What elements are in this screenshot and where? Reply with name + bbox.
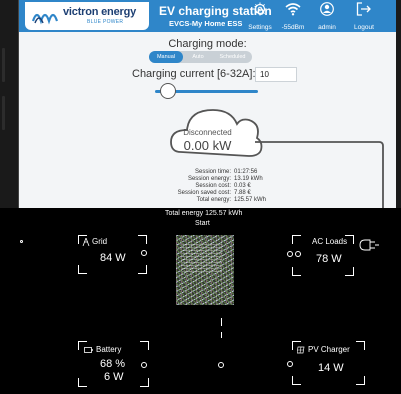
battery-box-corner: [140, 378, 149, 387]
stat-row: Session time: 01:27:56: [139, 169, 329, 176]
logo-text: victron energy: [63, 6, 137, 18]
stat-value: 0.03 €: [234, 183, 251, 189]
ac-loads-box-corner: [292, 267, 301, 276]
battery-box-corner: [78, 378, 87, 387]
battery-label: Battery: [96, 345, 122, 354]
stat-key: Session cost:: [195, 183, 231, 189]
ac-loads-connector-dot: [287, 251, 293, 257]
battery-power: 6 W: [104, 371, 124, 383]
user-button[interactable]: admin: [313, 2, 341, 32]
stat-key: Session time:: [194, 169, 231, 175]
settings-label: Settings: [248, 24, 272, 31]
page-subtitle: EVCS-My Home ESS: [169, 19, 243, 28]
pv-box-corner: [292, 376, 301, 385]
stat-row: Session saved cost: 7.88 €: [139, 190, 329, 197]
charging-current-input[interactable]: 10: [255, 67, 297, 82]
stat-key: Session energy:: [187, 176, 231, 182]
start-text: Start: [195, 220, 210, 227]
grid-label: Grid: [92, 237, 108, 246]
logout-icon: [356, 2, 371, 16]
charging-mode-selector: Manual Auto Scheduled: [149, 51, 252, 63]
pv-box-corner: [356, 376, 365, 385]
grid-value: 84 W: [100, 252, 126, 264]
mode-manual-button[interactable]: Manual: [149, 51, 183, 63]
grid-box-corner: [78, 265, 87, 274]
ev-charger-image-overlay: [182, 242, 222, 272]
solar-panel-icon: [297, 346, 305, 354]
battery-box-corner: [140, 341, 149, 350]
stat-row: Session cost: 0.03 €: [139, 183, 329, 190]
ac-loads-label: AC Loads: [312, 237, 348, 246]
pv-charger-label: PV Charger: [308, 345, 350, 354]
logo-subtext: BLUE POWER: [87, 19, 124, 25]
charging-mode-title: Charging mode:: [168, 38, 247, 50]
ac-loads-value: 78 W: [316, 253, 342, 265]
charging-current-label: Charging current [6-32A]:: [132, 68, 256, 80]
ac-loads-box-corner: [345, 267, 354, 276]
grid-box-corner: [138, 235, 147, 244]
battery-soc: 68 %: [100, 358, 126, 370]
logout-button[interactable]: Logout: [347, 2, 381, 32]
wifi-icon: [285, 3, 301, 16]
pv-box-corner: [356, 341, 365, 350]
grid-icon: [82, 238, 90, 246]
stat-row: Total energy: 125.57 kWh: [139, 197, 329, 204]
mode-auto-button[interactable]: Auto: [183, 51, 213, 63]
signal-label: -55dBm: [281, 24, 305, 31]
pv-connector-dot: [287, 361, 293, 367]
center-connector-line: [221, 332, 222, 338]
left-edge-dot: [20, 240, 23, 243]
app-screen: victron energy BLUE POWER EV charging st…: [18, 0, 396, 208]
battery-connector-dot: [141, 362, 147, 368]
mode-scheduled-button[interactable]: Scheduled: [213, 51, 252, 63]
logout-label: Logout: [354, 24, 374, 31]
stat-row: Session energy: 13.19 kWh: [139, 176, 329, 183]
stat-value: 125.57 kWh: [234, 197, 267, 203]
grid-connector-dot: [141, 250, 147, 256]
user-label: admin: [318, 24, 336, 31]
app-header: victron energy BLUE POWER EV charging st…: [19, 0, 396, 32]
stat-value: 7.88 €: [234, 190, 251, 196]
stat-key: Total energy:: [196, 197, 231, 203]
ac-loads-connector-dot: [295, 251, 301, 257]
pv-charger-value: 14 W: [318, 362, 344, 374]
stat-value: 13.19 kWh: [234, 176, 263, 182]
ac-loads-box-corner: [292, 235, 301, 244]
battery-icon: [84, 347, 93, 353]
settings-button[interactable]: Settings: [247, 2, 273, 32]
center-connector-dot: [218, 362, 224, 368]
connection-status: Disconnected: [183, 128, 232, 137]
center-connector-line: [221, 318, 222, 326]
total-energy-text: Total energy 125.57 kWh: [165, 210, 243, 217]
session-stats: Session time: 01:27:56 Session energy: 1…: [139, 169, 329, 204]
phone-side-button: [2, 96, 5, 130]
plug-icon: [359, 239, 379, 251]
brand-logo[interactable]: victron energy BLUE POWER: [25, 2, 149, 30]
phone-frame: victron energy BLUE POWER EV charging st…: [0, 0, 401, 208]
wifi-button[interactable]: -55dBm: [279, 2, 307, 32]
logo-wave-icon: [31, 13, 59, 25]
stat-key: Session saved cost:: [177, 190, 231, 196]
grid-box-corner: [138, 265, 147, 274]
gear-icon: [253, 2, 267, 16]
stat-value: 01:27:56: [234, 169, 258, 175]
user-icon: [320, 2, 334, 16]
phone-side-button: [2, 48, 5, 82]
charging-power: 0.00 kW: [183, 138, 232, 153]
